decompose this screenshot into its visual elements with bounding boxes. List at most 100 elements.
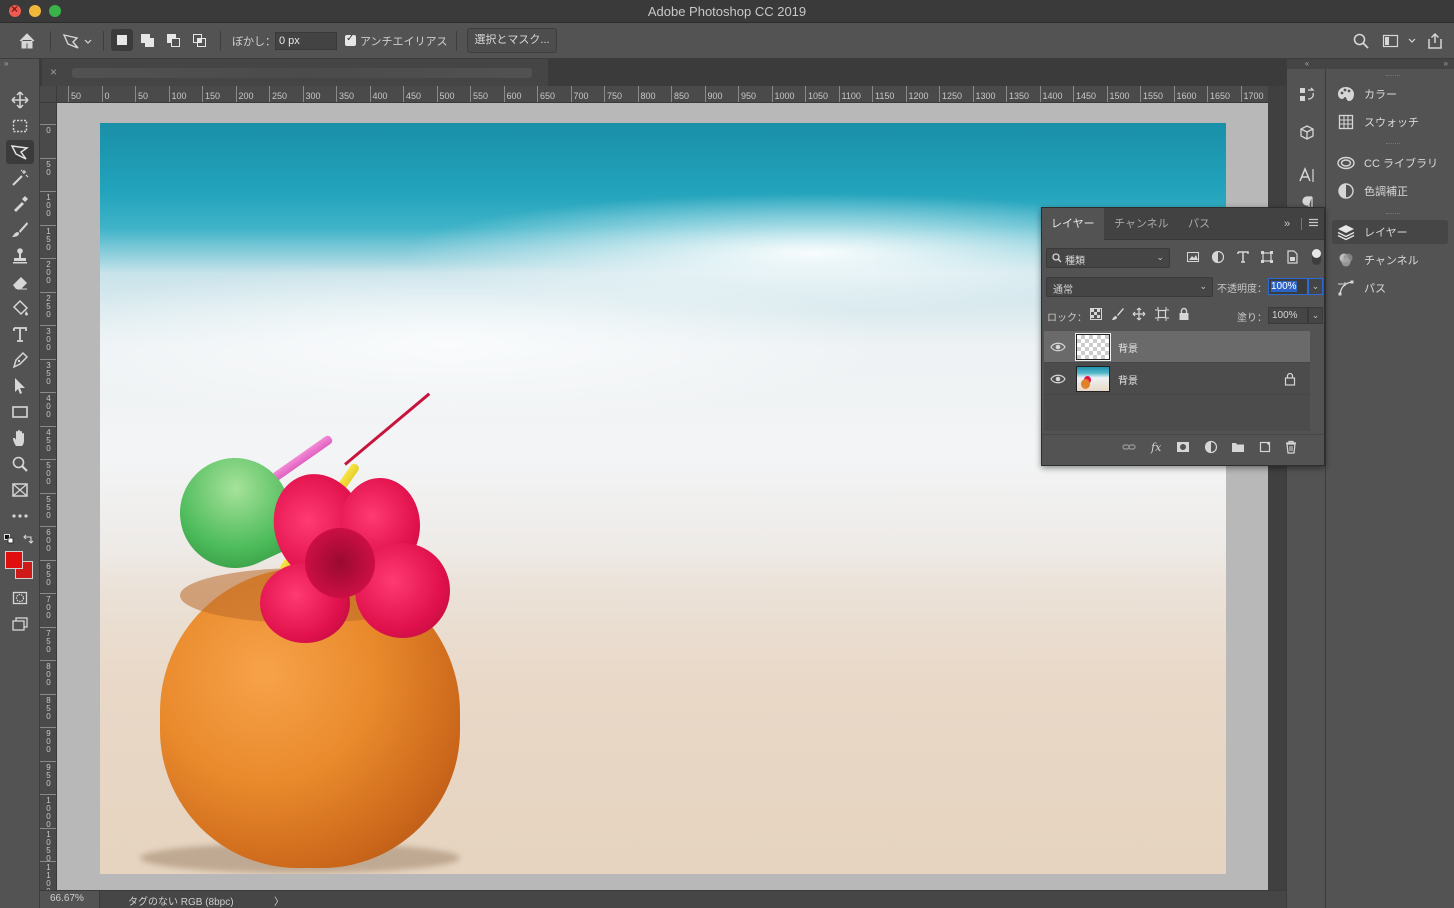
new-layer-icon[interactable] <box>1258 440 1272 454</box>
document-info-menu-arrow[interactable]: 〉 <box>274 893 284 908</box>
filter-adjustment-layers-icon[interactable] <box>1211 250 1225 264</box>
select-and-mask-button[interactable]: 選択とマスク... <box>467 28 557 53</box>
paint-bucket-tool[interactable] <box>6 296 34 320</box>
layer-row[interactable]: 背景 <box>1044 331 1310 363</box>
ruler-tick-label: 1100 <box>40 861 56 890</box>
screen-mode-button[interactable] <box>6 612 34 636</box>
color-panel-button[interactable]: カラー <box>1332 82 1448 106</box>
home-button[interactable] <box>18 23 36 59</box>
link-layers-icon[interactable] <box>1122 440 1136 454</box>
new-selection-button[interactable] <box>111 29 133 51</box>
feather-input[interactable] <box>275 32 337 50</box>
3d-panel-button[interactable] <box>1297 123 1317 143</box>
eraser-tool[interactable] <box>6 270 34 294</box>
move-tool[interactable] <box>6 88 34 112</box>
horizontal-ruler[interactable]: 50 0 50 100 150 200 250 300 350 400 450 500 550 600 65… <box>57 86 1268 103</box>
clone-stamp-tool[interactable] <box>6 244 34 268</box>
visibility-eye-icon[interactable] <box>1050 340 1066 354</box>
fill-input[interactable]: 100% <box>1268 307 1308 324</box>
layer-thumbnail <box>1076 366 1110 392</box>
collapse-dock-icon[interactable]: « <box>1287 59 1327 69</box>
filter-type-layers-icon[interactable] <box>1236 250 1250 264</box>
adjustment-icon <box>1338 183 1354 199</box>
type-tool[interactable] <box>6 322 34 346</box>
filter-shape-layers-icon[interactable] <box>1260 250 1274 264</box>
workspace-switcher[interactable] <box>1382 23 1416 59</box>
collapse-tools-icon[interactable]: » <box>4 59 8 68</box>
ruler-tick-label: 1450 <box>1073 86 1096 102</box>
lock-position-icon[interactable] <box>1132 307 1146 321</box>
quick-mask-button[interactable] <box>6 586 34 610</box>
opacity-input[interactable]: 100% <box>1268 278 1308 295</box>
filter-smart-objects-icon[interactable] <box>1285 250 1299 264</box>
layer-style-fx-icon[interactable]: fx <box>1150 440 1164 454</box>
hand-tool[interactable] <box>6 426 34 450</box>
layer-row[interactable]: 背景 <box>1044 363 1310 395</box>
lock-image-pixels-icon[interactable] <box>1111 307 1125 321</box>
filter-toggle-switch[interactable] <box>1312 249 1321 265</box>
lock-label: ロック： <box>1047 313 1087 324</box>
new-adjustment-layer-icon[interactable] <box>1204 440 1218 454</box>
add-selection-button[interactable] <box>137 29 159 51</box>
new-group-icon[interactable] <box>1231 440 1245 454</box>
visibility-eye-icon[interactable] <box>1050 372 1066 386</box>
subtract-selection-button[interactable] <box>163 29 185 51</box>
lock-transparent-pixels-icon[interactable] <box>1089 307 1103 321</box>
share-button[interactable] <box>1426 23 1444 59</box>
status-bar: 66.67% タグのない RGB (8bpc) 〉 <box>40 890 1286 908</box>
zoom-level-field[interactable]: 66.67% <box>40 891 100 908</box>
document-tab[interactable]: × <box>42 59 548 86</box>
antialias-checkbox[interactable] <box>345 33 356 46</box>
default-colors-icon[interactable] <box>4 534 14 544</box>
intersect-selection-button[interactable] <box>189 29 211 51</box>
brush-tool[interactable] <box>6 218 34 242</box>
panel-menu-button[interactable] <box>1308 217 1319 228</box>
search-button[interactable] <box>1352 23 1370 59</box>
frame-tool[interactable] <box>6 478 34 502</box>
channels-icon <box>1339 253 1353 267</box>
blend-mode-value: 通常 <box>1053 285 1073 296</box>
pen-tool[interactable] <box>6 348 34 372</box>
cc-libraries-panel-button[interactable]: CC ライブラリ <box>1332 151 1448 175</box>
eyedropper-tool[interactable] <box>6 192 34 216</box>
vertical-ruler[interactable]: 0 50 100 150 200 250 300 350 400 450 500 550 600 650 7… <box>40 103 57 890</box>
add-mask-icon[interactable] <box>1176 440 1190 454</box>
history-icon <box>1300 87 1315 101</box>
channels-panel-button[interactable]: チャンネル <box>1332 248 1448 272</box>
lock-artboard-icon[interactable] <box>1155 307 1169 321</box>
layer-filter-select[interactable]: 種類 ⌄ <box>1046 248 1170 268</box>
swatches-panel-button[interactable]: スウォッチ <box>1332 110 1448 134</box>
lasso-tool[interactable] <box>6 140 34 164</box>
tool-preset-picker[interactable] <box>62 23 92 59</box>
paths-panel-button[interactable]: パス <box>1332 276 1448 300</box>
delete-layer-icon[interactable] <box>1284 440 1298 454</box>
history-panel-button[interactable] <box>1297 85 1317 105</box>
fill-slider-toggle[interactable]: ⌄ <box>1308 307 1323 324</box>
adjustments-panel-button[interactable]: 色調補正 <box>1332 179 1448 203</box>
tab-layers[interactable]: レイヤー <box>1042 208 1104 240</box>
path-selection-tool[interactable] <box>6 374 34 398</box>
character-panel-button[interactable] <box>1297 165 1317 185</box>
swap-colors-icon[interactable] <box>22 533 34 545</box>
magic-wand-icon <box>12 169 29 186</box>
magic-wand-tool[interactable] <box>6 166 34 190</box>
zoom-tool[interactable] <box>6 452 34 476</box>
collapse-panel-icon[interactable]: » <box>1284 218 1290 230</box>
layers-panel-button[interactable]: レイヤー <box>1332 220 1448 244</box>
ruler-tick-label: 50 <box>135 86 148 102</box>
tab-channels[interactable]: チャンネル <box>1105 208 1178 240</box>
filter-pixel-layers-icon[interactable] <box>1186 250 1200 264</box>
document-info[interactable]: タグのない RGB (8bpc) <box>128 893 234 908</box>
rectangle-tool[interactable] <box>6 400 34 424</box>
close-tab-icon[interactable]: × <box>50 65 57 79</box>
opacity-slider-toggle[interactable]: ⌄ <box>1308 278 1323 295</box>
foreground-color-swatch[interactable] <box>5 551 23 569</box>
marquee-tool[interactable] <box>6 114 34 138</box>
more-tools-button[interactable] <box>6 504 34 528</box>
ruler-origin[interactable] <box>40 86 57 103</box>
lock-all-icon[interactable] <box>1177 307 1191 321</box>
tab-paths[interactable]: パス <box>1179 208 1219 240</box>
collapse-panel-icon[interactable]: » <box>1326 59 1454 69</box>
pen-icon <box>12 351 29 369</box>
blend-mode-select[interactable]: 通常 ⌄ <box>1046 277 1213 297</box>
